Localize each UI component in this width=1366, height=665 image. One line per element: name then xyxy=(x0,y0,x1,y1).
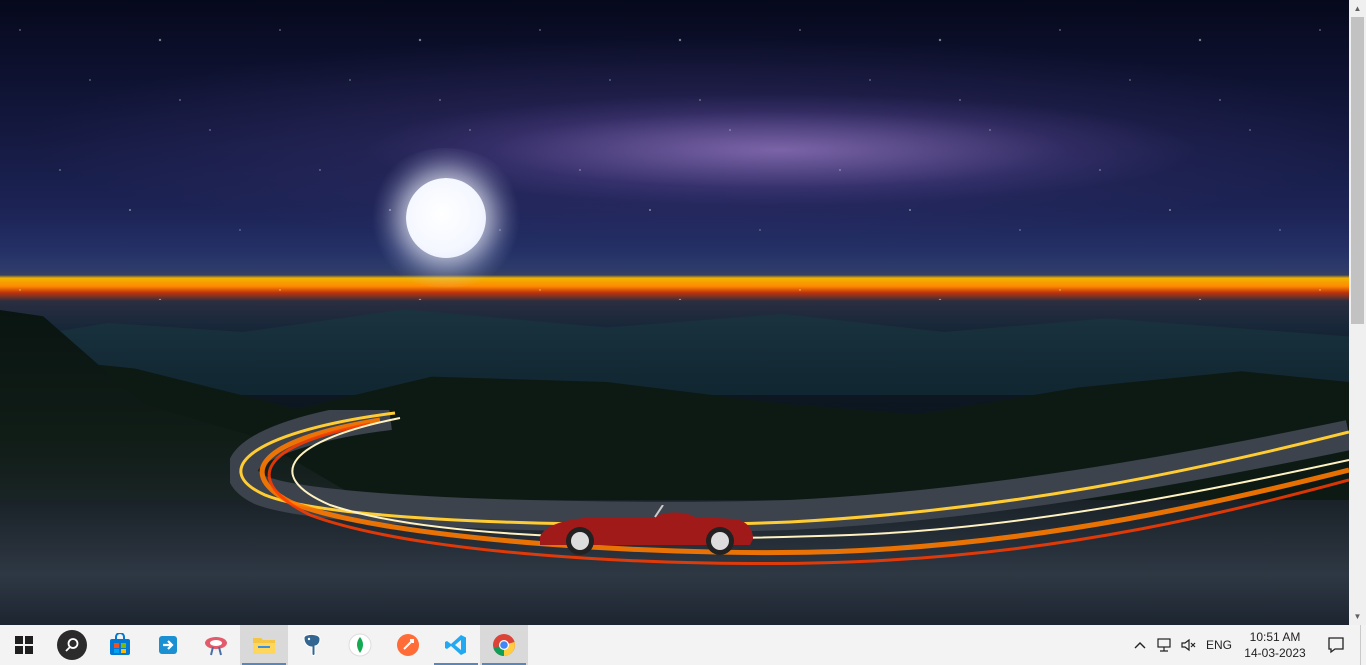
scroll-up-arrow-icon[interactable]: ▲ xyxy=(1349,0,1366,17)
volume-muted-icon xyxy=(1181,638,1196,652)
chrome-button[interactable] xyxy=(480,625,528,665)
network-icon xyxy=(1157,638,1171,652)
starry-sky xyxy=(0,0,1349,300)
store-icon xyxy=(110,633,130,655)
mongodb-compass-button[interactable] xyxy=(336,625,384,665)
postman-icon xyxy=(397,634,419,656)
language-indicator[interactable]: ENG xyxy=(1200,625,1238,665)
app-tool-button[interactable] xyxy=(192,625,240,665)
network-button[interactable] xyxy=(1152,625,1176,665)
vs-code-button[interactable] xyxy=(432,625,480,665)
windows-logo-icon xyxy=(15,636,33,654)
moon xyxy=(406,178,486,258)
volume-button[interactable] xyxy=(1176,625,1200,665)
chrome-icon xyxy=(493,634,515,656)
tool-icon xyxy=(205,637,227,656)
clock[interactable]: 10:51 AM 14-03-2023 xyxy=(1238,625,1312,665)
show-hidden-icons-button[interactable] xyxy=(1128,625,1152,665)
clock-date: 14-03-2023 xyxy=(1244,646,1306,660)
light-trail-road xyxy=(230,410,1349,566)
app-arrow-button[interactable] xyxy=(144,625,192,665)
show-desktop-button[interactable] xyxy=(1360,625,1366,665)
system-tray: ENG 10:51 AM 14-03-2023 xyxy=(1128,625,1366,665)
vscode-icon xyxy=(445,635,466,655)
scroll-down-arrow-icon[interactable]: ▼ xyxy=(1349,608,1366,625)
search-icon xyxy=(57,630,87,660)
folder-icon xyxy=(253,638,275,654)
taskbar: ENG 10:51 AM 14-03-2023 xyxy=(0,625,1366,665)
desktop-wallpaper xyxy=(0,0,1349,625)
notification-icon xyxy=(1328,637,1344,654)
postgresql-button[interactable] xyxy=(288,625,336,665)
file-explorer-button[interactable] xyxy=(240,625,288,665)
clock-time: 10:51 AM xyxy=(1249,630,1301,644)
microsoft-store-button[interactable] xyxy=(96,625,144,665)
elephant-icon xyxy=(303,633,321,656)
vertical-scrollbar[interactable]: ▲ ▼ xyxy=(1349,0,1366,625)
chevron-up-icon xyxy=(1134,642,1146,649)
postman-button[interactable] xyxy=(384,625,432,665)
notifications-button[interactable] xyxy=(1312,625,1360,665)
start-button[interactable] xyxy=(0,625,48,665)
red-vintage-car xyxy=(540,505,753,555)
leaf-icon xyxy=(348,633,372,657)
search-button[interactable] xyxy=(48,625,96,665)
scroll-thumb[interactable] xyxy=(1351,17,1364,324)
app-arrow-icon xyxy=(159,636,177,654)
